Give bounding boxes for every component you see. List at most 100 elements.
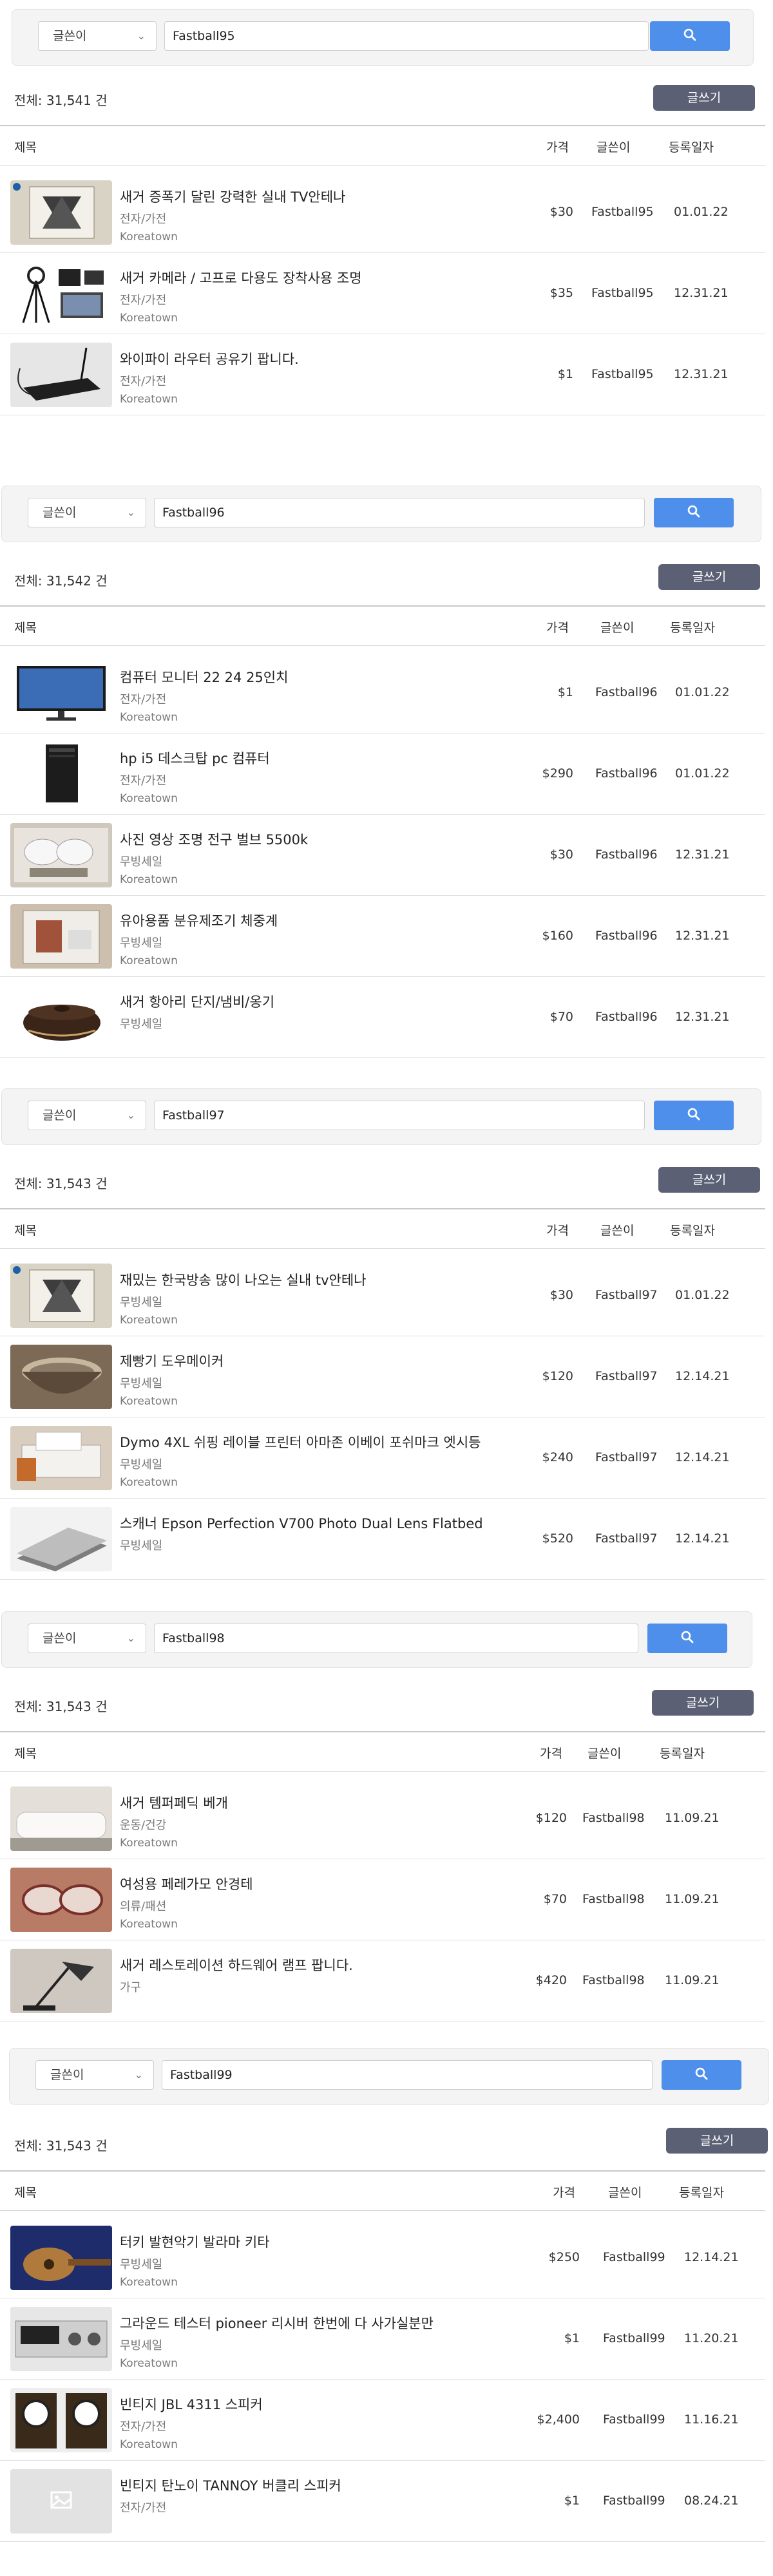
item-author[interactable]: Fastball97 (595, 1288, 658, 1302)
table-row[interactable]: 재밌는 한국방송 많이 나오는 실내 tv안테나 무빙세일 Koreatown $30… (0, 1255, 765, 1336)
item-title[interactable]: 와이파이 라우터 공유기 팝니다. (120, 349, 299, 368)
table-row[interactable]: 빈티지 JBL 4311 스피커 전자/가전 Koreatown $2,400 Fast… (0, 2379, 765, 2461)
item-thumbnail[interactable] (10, 904, 112, 969)
search-type-select[interactable]: 글쓴이 ⌄ (38, 21, 157, 51)
table-row[interactable]: 유아용품 분유제조기 체중계 무빙세일 Koreatown $160 Fastball9… (0, 895, 765, 977)
item-title[interactable]: 빈티지 JBL 4311 스피커 (120, 2394, 263, 2414)
item-thumbnail[interactable] (10, 1786, 112, 1851)
table-row[interactable]: 사진 영상 조명 전구 벌브 5500k 무빙세일 Koreatown $30 Fast… (0, 814, 765, 896)
item-author[interactable]: Fastball96 (595, 1010, 658, 1024)
write-button[interactable]: 글쓰기 (666, 2128, 768, 2154)
write-button[interactable]: 글쓰기 (658, 564, 760, 590)
item-thumbnail[interactable] (10, 661, 112, 725)
search-button[interactable] (654, 498, 734, 527)
item-author[interactable]: Fastball99 (603, 2494, 665, 2508)
item-title[interactable]: 새거 증폭기 달린 강력한 실내 TV안테나 (120, 187, 345, 206)
item-title[interactable]: 재밌는 한국방송 많이 나오는 실내 tv안테나 (120, 1270, 366, 1289)
item-author[interactable]: Fastball98 (582, 1892, 645, 1906)
item-author[interactable]: Fastball96 (595, 766, 658, 781)
table-row[interactable]: 그라운드 테스터 pioneer 리시버 한번에 다 사가실분만 무빙세일 Kore… (0, 2298, 765, 2380)
search-bar: 글쓴이 ⌄ Fastball96 (1, 486, 761, 542)
search-input[interactable]: Fastball98 (154, 1624, 638, 1653)
search-type-label: 글쓴이 (43, 1631, 77, 1645)
table-row[interactable]: 새거 증폭기 달린 강력한 실내 TV안테나 전자/가전 Koreatown $30 F… (0, 171, 765, 253)
search-type-select[interactable]: 글쓴이 ⌄ (28, 1101, 146, 1130)
item-title[interactable]: hp i5 데스크탑 pc 컴퓨터 (120, 748, 270, 768)
item-thumbnail[interactable] (10, 742, 112, 806)
item-title[interactable]: 제빵기 도우메이커 (120, 1351, 224, 1370)
item-thumbnail[interactable] (10, 2469, 112, 2533)
search-bar: 글쓴이 ⌄ Fastball95 (12, 9, 754, 66)
table-row[interactable]: Dymo 4XL 쉬핑 레이블 프린터 아마존 이베이 포쉬마크 엣시등 무빙세일… (0, 1417, 765, 1499)
search-button[interactable] (647, 1624, 727, 1653)
write-button[interactable]: 글쓰기 (658, 1167, 760, 1193)
item-thumbnail[interactable] (10, 823, 112, 887)
table-row[interactable]: 빈티지 탄노이 TANNOY 버클리 스피커 전자/가전 $1 Fastball99 0… (0, 2460, 765, 2542)
item-author[interactable]: Fastball98 (582, 1973, 645, 1987)
search-input[interactable]: Fastball96 (154, 498, 645, 527)
table-row[interactable]: 제빵기 도우메이커 무빙세일 Koreatown $120 Fastball97 12.1… (0, 1336, 765, 1417)
table-row[interactable]: hp i5 데스크탑 pc 컴퓨터 전자/가전 Koreatown $290 Fastb… (0, 733, 765, 815)
item-thumbnail[interactable] (10, 2226, 112, 2290)
search-button[interactable] (650, 21, 730, 51)
item-title[interactable]: 새거 레스토레이션 하드웨어 램프 팝니다. (120, 1955, 353, 1975)
search-button[interactable] (662, 2060, 741, 2090)
item-author[interactable]: Fastball95 (591, 367, 654, 381)
search-input[interactable]: Fastball95 (164, 21, 649, 51)
item-author[interactable]: Fastball97 (595, 1450, 658, 1464)
table-row[interactable]: 스캐너 Epson Perfection V700 Photo Dual Len… (0, 1498, 765, 1580)
table-row[interactable]: 새거 레스토레이션 하드웨어 램프 팝니다. 가구 $420 Fastball98 11… (0, 1940, 765, 2022)
item-author[interactable]: Fastball95 (591, 286, 654, 300)
item-author[interactable]: Fastball97 (595, 1531, 658, 1546)
table-row[interactable]: 새거 항아리 단지/냄비/옹기 무빙세일 $70 Fastball96 12.31.21 (0, 976, 765, 1058)
write-button[interactable]: 글쓰기 (653, 85, 755, 111)
write-button[interactable]: 글쓰기 (652, 1690, 754, 1716)
item-title[interactable]: 그라운드 테스터 pioneer 리시버 한번에 다 사가실분만 (120, 2313, 434, 2333)
item-title[interactable]: 컴퓨터 모니터 22 24 25인치 (120, 667, 288, 687)
table-row[interactable]: 컴퓨터 모니터 22 24 25인치 전자/가전 Koreatown $1 Fastba… (0, 652, 765, 734)
item-thumbnail[interactable] (10, 985, 112, 1050)
search-type-select[interactable]: 글쓴이 ⌄ (35, 2060, 154, 2090)
item-title[interactable]: Dymo 4XL 쉬핑 레이블 프린터 아마존 이베이 포쉬마크 엣시등 (120, 1432, 481, 1452)
item-thumbnail[interactable] (10, 180, 112, 245)
item-thumbnail[interactable] (10, 1264, 112, 1328)
search-type-select[interactable]: 글쓴이 ⌄ (28, 498, 146, 527)
item-author[interactable]: Fastball97 (595, 1369, 658, 1383)
item-title[interactable]: 빈티지 탄노이 TANNOY 버클리 스피커 (120, 2476, 341, 2495)
search-button[interactable] (654, 1101, 734, 1130)
item-title[interactable]: 터키 발현악기 발라마 키타 (120, 2232, 270, 2251)
item-thumbnail[interactable] (10, 2307, 112, 2371)
item-title[interactable]: 스캐너 Epson Perfection V700 Photo Dual Len… (120, 1513, 483, 1533)
table-row[interactable]: 여성용 페레가모 안경테 의류/패션 Koreatown $70 Fastball98 1… (0, 1859, 765, 1940)
item-author[interactable]: Fastball99 (603, 2250, 665, 2264)
item-author[interactable]: Fastball98 (582, 1811, 645, 1825)
table-row[interactable]: 터키 발현악기 발라마 키타 무빙세일 Koreatown $250 Fastball9… (0, 2217, 765, 2298)
table-row[interactable]: 새거 카메라 / 고프로 다용도 장착사용 조명 전자/가전 Koreatown $3… (0, 252, 765, 334)
item-thumbnail[interactable] (10, 1507, 112, 1571)
item-author[interactable]: Fastball99 (603, 2412, 665, 2427)
search-type-select[interactable]: 글쓴이 ⌄ (28, 1624, 146, 1653)
item-thumbnail[interactable] (10, 1868, 112, 1932)
item-thumbnail[interactable] (10, 261, 112, 326)
item-title[interactable]: 새거 템퍼페딕 베개 (120, 1793, 228, 1812)
item-author[interactable]: Fastball96 (595, 848, 658, 862)
item-location: Koreatown (120, 231, 178, 243)
table-row[interactable]: 와이파이 라우터 공유기 팝니다. 전자/가전 Koreatown $1 Fastbal… (0, 334, 765, 415)
search-input[interactable]: Fastball97 (154, 1101, 645, 1130)
item-title[interactable]: 새거 항아리 단지/냄비/옹기 (120, 992, 274, 1011)
item-thumbnail[interactable] (10, 1949, 112, 2013)
item-thumbnail[interactable] (10, 343, 112, 407)
table-row[interactable]: 새거 템퍼페딕 베개 운동/건강 Koreatown $120 Fastball98 11… (0, 1777, 765, 1859)
item-author[interactable]: Fastball96 (595, 929, 658, 943)
item-title[interactable]: 여성용 페레가모 안경테 (120, 1874, 253, 1893)
item-thumbnail[interactable] (10, 2388, 112, 2452)
item-author[interactable]: Fastball95 (591, 205, 654, 219)
item-title[interactable]: 새거 카메라 / 고프로 다용도 장착사용 조명 (120, 268, 362, 287)
item-title[interactable]: 유아용품 분유제조기 체중계 (120, 911, 278, 930)
item-thumbnail[interactable] (10, 1345, 112, 1409)
search-input[interactable]: Fastball99 (162, 2060, 653, 2090)
item-title[interactable]: 사진 영상 조명 전구 벌브 5500k (120, 829, 308, 849)
item-author[interactable]: Fastball99 (603, 2331, 665, 2345)
item-author[interactable]: Fastball96 (595, 685, 658, 699)
item-thumbnail[interactable] (10, 1426, 112, 1490)
